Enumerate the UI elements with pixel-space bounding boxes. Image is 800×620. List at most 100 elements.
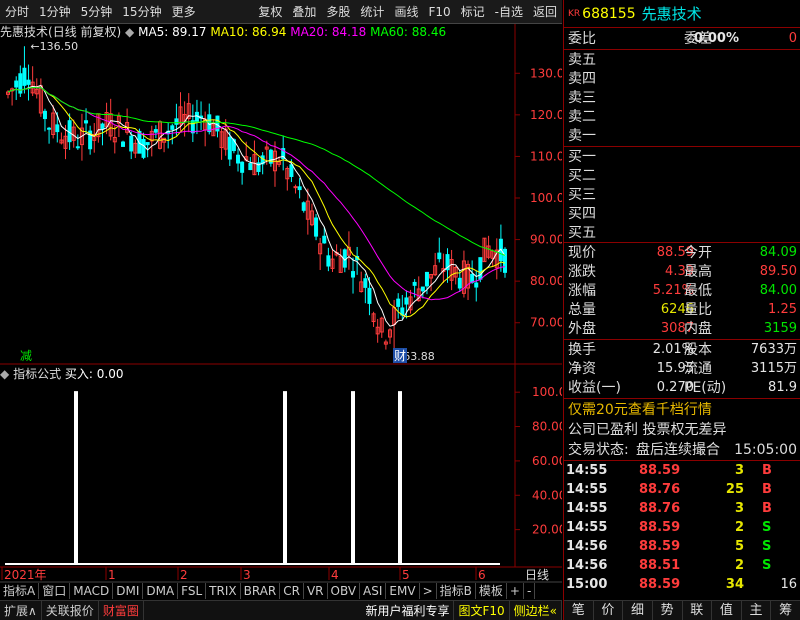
indicator-tab[interactable]: 指标B [437, 583, 476, 599]
sell-level-label: 卖二 [568, 109, 596, 125]
extension-tab[interactable]: 扩展∧ [0, 600, 42, 620]
tick-price: 88.59 [639, 520, 681, 535]
candle-body [75, 146, 80, 149]
divider [564, 242, 800, 243]
stock-name: 先惠技术 [641, 5, 702, 23]
quote-tab[interactable]: 主 [742, 601, 772, 620]
promo-link[interactable]: 仅需20元查看千档行情 [568, 401, 712, 419]
collapse-icon[interactable]: ◆ [0, 367, 9, 381]
indicator-tab[interactable]: VR [304, 583, 328, 599]
stat-label: 内盘 [684, 321, 712, 337]
candle-body [437, 252, 442, 260]
quote-tab[interactable]: 值 [712, 601, 742, 620]
candle-body [322, 235, 327, 244]
candle-body [314, 217, 319, 237]
stat-label: 净资 [568, 361, 596, 377]
indicator-tab[interactable]: FSL [178, 583, 207, 599]
candle-body [301, 202, 306, 211]
candle-body [236, 154, 241, 164]
x-axis-label: 2 [180, 568, 188, 582]
ma10-line [7, 86, 506, 318]
quote-tab[interactable]: 势 [653, 601, 683, 620]
indicator-tabs: 指标A 窗口 MACD DMI DMA FSL TRIX BRAR CR VR OBV ASI EMV >… [0, 583, 562, 599]
stat-label: 最低 [684, 283, 712, 299]
sell-level-label: 卖四 [568, 71, 596, 87]
candle-body [240, 161, 245, 173]
indicator-tab[interactable]: BRAR [241, 583, 281, 599]
stat-value: 7633万 [750, 342, 797, 357]
candle-body [14, 80, 19, 88]
stat-value: 3159 [763, 321, 797, 336]
ind-name: 指标公式 [13, 367, 62, 381]
indicator-tab[interactable]: DMI [113, 583, 144, 599]
indicator-tab[interactable]: 模板 [476, 583, 507, 599]
stat-label: 股本 [684, 342, 712, 358]
extension-tab[interactable]: 侧边栏« [510, 600, 562, 620]
extension-tab[interactable]: 财富圈 [99, 600, 144, 620]
tick-side: S [762, 558, 772, 573]
stat-label: 量比 [684, 302, 712, 318]
high-label: ←136.50 [30, 40, 78, 53]
tick-volume: 2 [734, 520, 744, 535]
tick-price: 88.59 [639, 577, 681, 592]
tick-time: 15:00 [566, 577, 608, 592]
candlestick-chart[interactable]: 130.0 120.0 110.0 100.0 90.00 80.00 70.00 ←136.… [0, 0, 562, 583]
indicator-tab[interactable]: EMV [386, 583, 420, 599]
candle-body [351, 271, 356, 278]
price-tick-label: 90.00 [530, 233, 562, 247]
tick-time: 14:56 [566, 539, 608, 554]
tick-price: 88.59 [639, 539, 681, 554]
ma5-line [7, 84, 506, 327]
period-label: 日线 [525, 568, 549, 582]
cai-mark: 财 [394, 349, 406, 363]
candle-body [26, 79, 31, 85]
indicator-tab[interactable]: CR [280, 583, 304, 599]
extension-tab[interactable]: 新用户福利专享 [361, 600, 455, 620]
candle-body [420, 286, 425, 292]
tick-time: 14:55 [566, 501, 608, 516]
indicator-tab[interactable]: 指标A [0, 583, 40, 599]
indicator-tab[interactable]: - [524, 583, 536, 599]
candle-body [100, 123, 105, 130]
candle-body [470, 273, 475, 283]
indicator-tab[interactable]: MACD [70, 583, 114, 599]
x-axis-label: 3 [243, 568, 251, 582]
stat-label: 外盘 [568, 321, 596, 337]
quote-tab[interactable]: 筹 [771, 601, 800, 620]
indicator-tab[interactable]: ASI [360, 583, 387, 599]
sell-level-label: 卖一 [568, 128, 596, 144]
ma20-line [7, 86, 506, 301]
candle-body [404, 297, 409, 305]
tick-side: B [762, 463, 772, 478]
indicator-tab[interactable]: TRIX [206, 583, 241, 599]
indicator-tab[interactable]: + [507, 583, 524, 599]
stat-value: 1.25 [768, 302, 797, 317]
quote-tab[interactable]: 笔 [564, 601, 594, 620]
stat-label: 涨跌 [568, 264, 596, 280]
indicator-tab[interactable]: OBV [328, 583, 361, 599]
candle-body [503, 248, 507, 273]
candle-body [248, 163, 253, 171]
candle-body [153, 129, 158, 133]
tick-volume: 2 [734, 558, 744, 573]
tick-side: B [762, 501, 772, 516]
tick-side: B [762, 482, 772, 497]
extension-tab[interactable]: 图文F10 [454, 600, 510, 620]
indicator-tab[interactable]: > [420, 583, 437, 599]
tick-time: 14:55 [566, 463, 608, 478]
divider [564, 49, 800, 50]
x-axis-label: 6 [478, 568, 486, 582]
x-axis-label: 4 [331, 568, 339, 582]
price-tick-label: 130.0 [530, 66, 562, 80]
tick-volume: 34 [725, 577, 744, 592]
indicator-tab[interactable]: DMA [143, 583, 179, 599]
quote-tab[interactable]: 价 [594, 601, 624, 620]
extension-tab[interactable]: 关联报价 [42, 600, 99, 620]
quote-tab[interactable]: 联 [683, 601, 713, 620]
x-axis-label: 1 [108, 568, 116, 582]
tick-count: 16 [780, 577, 797, 592]
stat-value: 81.9 [768, 380, 797, 395]
indicator-tab[interactable]: 窗口 [39, 583, 71, 599]
quote-tab[interactable]: 细 [623, 601, 653, 620]
divider [564, 339, 800, 340]
